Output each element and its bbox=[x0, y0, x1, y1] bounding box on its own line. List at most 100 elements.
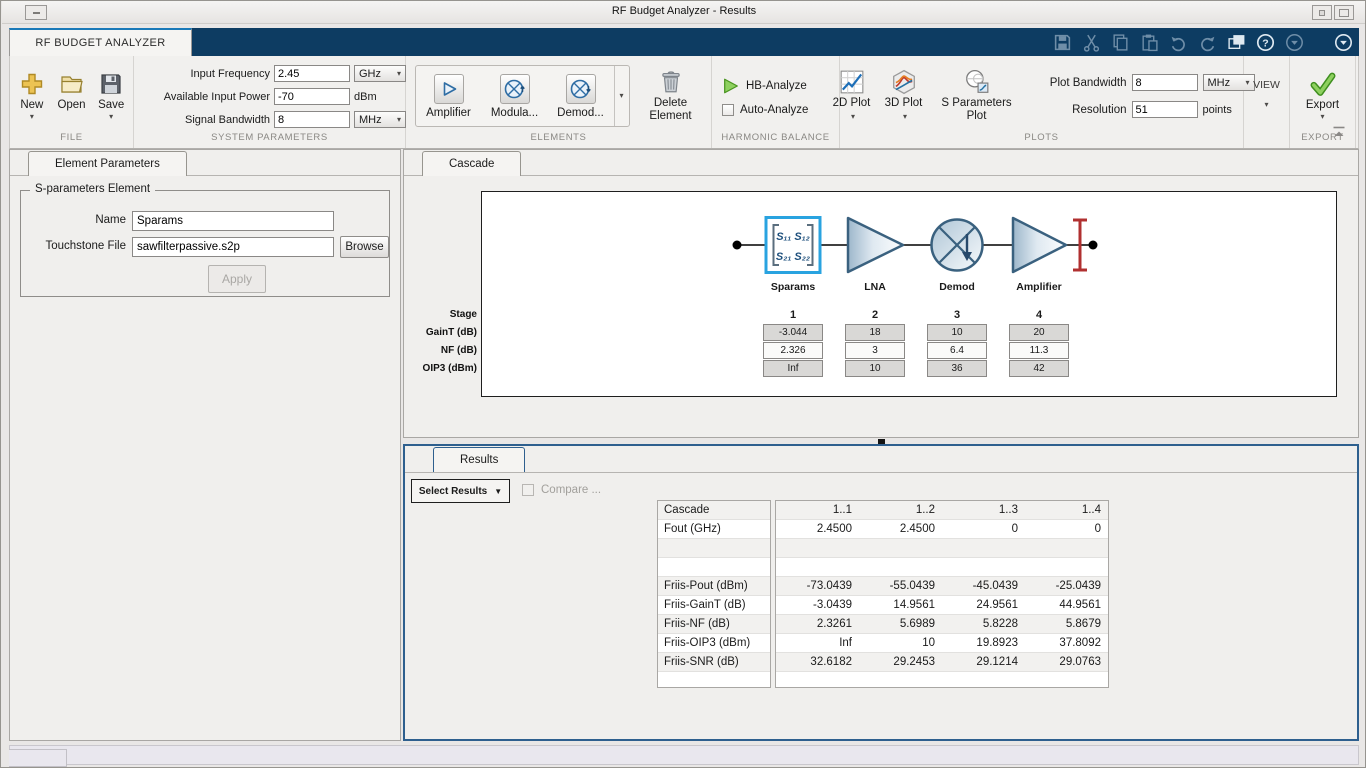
value-cell: 0 bbox=[942, 523, 1025, 535]
toolbar-options-icon[interactable] bbox=[1285, 33, 1304, 52]
touchstone-file-label: Touchstone File bbox=[23, 240, 126, 252]
gain-cell[interactable]: 20 bbox=[1009, 324, 1069, 341]
results-column-headers: 1..1 1..2 1..3 1..4 bbox=[776, 501, 1108, 520]
plot-3d-button[interactable]: 3D Plot▾ bbox=[881, 69, 927, 123]
sparams-element-block[interactable]: S₁₁ S₁₂ S₂₁ S₂₂ bbox=[766, 218, 820, 273]
dropdown-caret-icon: ▾ bbox=[397, 116, 401, 124]
input-port-node bbox=[733, 241, 742, 250]
plot-2d-label: 2D Plot bbox=[833, 97, 871, 109]
results-value-row: Inf 10 19.8923 37.8092 bbox=[776, 634, 1108, 653]
maximize-button[interactable] bbox=[1334, 5, 1354, 20]
results-panel: Results Select Results ▼ Compare ... Cas… bbox=[403, 444, 1359, 741]
hb-analyze-button[interactable]: HB-Analyze bbox=[722, 77, 808, 95]
signal-bandwidth-field[interactable] bbox=[274, 111, 350, 128]
plot-bandwidth-label: Plot Bandwidth bbox=[1031, 77, 1127, 89]
s-parameters-element-group: S-parameters Element Name Touchstone Fil… bbox=[20, 190, 390, 297]
tab-element-parameters[interactable]: Element Parameters bbox=[28, 151, 187, 176]
cut-icon[interactable] bbox=[1082, 33, 1101, 52]
plot-2d-button[interactable]: 2D Plot▾ bbox=[829, 69, 875, 123]
nf-cell[interactable]: 11.3 bbox=[1009, 342, 1069, 359]
help-icon[interactable]: ? bbox=[1256, 33, 1275, 52]
toolstrip-options-icon[interactable] bbox=[1334, 33, 1353, 52]
touchstone-file-field[interactable] bbox=[132, 237, 334, 257]
select-results-button[interactable]: Select Results ▼ bbox=[411, 479, 510, 503]
available-input-power-field[interactable] bbox=[274, 88, 350, 105]
resolution-field[interactable] bbox=[1132, 101, 1198, 118]
tab-rf-budget-analyzer[interactable]: RF BUDGET ANALYZER bbox=[9, 28, 192, 56]
s-matrix-row1: S₁₁ S₁₂ bbox=[776, 231, 810, 243]
add-amplifier-button[interactable]: Amplifier bbox=[416, 66, 482, 126]
nf-cell[interactable]: 6.4 bbox=[927, 342, 987, 359]
oip3-cell[interactable]: 10 bbox=[845, 360, 905, 377]
delete-element-button[interactable]: Delete Element bbox=[639, 69, 703, 123]
plot-bandwidth-field[interactable] bbox=[1132, 74, 1198, 91]
auto-analyze-label: Auto-Analyze bbox=[740, 104, 808, 116]
add-modulator-button[interactable]: Modula... bbox=[482, 66, 548, 126]
apply-button[interactable]: Apply bbox=[208, 265, 266, 293]
view-button[interactable]: VIEW ▾ bbox=[1244, 79, 1289, 109]
quick-save-icon[interactable] bbox=[1053, 33, 1072, 52]
dropdown-caret-icon: ▾ bbox=[1264, 101, 1268, 109]
gain-cell[interactable]: 10 bbox=[927, 324, 987, 341]
ribbon-section-harmonic-balance: HB-Analyze Auto-Analyze HARMONIC BALANCE bbox=[712, 56, 840, 148]
compare-checkbox[interactable]: Compare ... bbox=[522, 484, 601, 496]
signal-bandwidth-label: Signal Bandwidth bbox=[140, 114, 270, 126]
name-field[interactable] bbox=[132, 211, 334, 231]
value-cell: -3.0439 bbox=[776, 599, 859, 611]
gain-cell[interactable]: -3.044 bbox=[763, 324, 823, 341]
undo-icon[interactable] bbox=[1169, 33, 1188, 52]
gain-cell[interactable]: 18 bbox=[845, 324, 905, 341]
value-cell: 2.4500 bbox=[776, 523, 859, 535]
lna-element-block[interactable] bbox=[848, 218, 903, 272]
export-button[interactable]: Export ▾ bbox=[1296, 71, 1349, 121]
column-header: 1..4 bbox=[1025, 504, 1108, 516]
browse-button[interactable]: Browse bbox=[340, 236, 389, 258]
window-layout-icon[interactable] bbox=[1227, 33, 1246, 52]
input-frequency-unit-dropdown[interactable]: GHz▾ bbox=[354, 65, 406, 82]
stage-number: 4 bbox=[1009, 309, 1069, 321]
tab-results[interactable]: Results bbox=[433, 447, 525, 472]
status-bar-notch bbox=[9, 749, 67, 767]
spacer bbox=[70, 113, 72, 121]
input-frequency-label: Input Frequency bbox=[140, 68, 270, 80]
ribbon-section-file: New ▾ Open Save ▾ FILE bbox=[10, 56, 134, 148]
value-cell: -55.0439 bbox=[859, 580, 942, 592]
input-frequency-field[interactable] bbox=[274, 65, 350, 82]
collapse-ribbon-button[interactable] bbox=[1332, 126, 1346, 138]
tab-cascade[interactable]: Cascade bbox=[422, 151, 521, 176]
open-button[interactable]: Open bbox=[56, 72, 88, 121]
results-row-label bbox=[658, 558, 770, 577]
amplifier-element-block[interactable] bbox=[1013, 218, 1066, 272]
oip3-cell[interactable]: 36 bbox=[927, 360, 987, 377]
nf-cell[interactable]: 3 bbox=[845, 342, 905, 359]
status-bar bbox=[9, 745, 1359, 765]
palette-more-button[interactable]: ▾ bbox=[614, 66, 629, 126]
results-value-row: -73.0439 -55.0439 -45.0439 -25.0439 bbox=[776, 577, 1108, 596]
demod-element-block[interactable] bbox=[932, 220, 983, 271]
minimize-button[interactable] bbox=[1312, 5, 1332, 20]
paste-icon[interactable] bbox=[1140, 33, 1159, 52]
oip3-cell[interactable]: Inf bbox=[763, 360, 823, 377]
nf-cell[interactable]: 2.326 bbox=[763, 342, 823, 359]
section-label-harmonic-balance: HARMONIC BALANCE bbox=[712, 132, 839, 148]
plot-3d-icon bbox=[891, 69, 917, 95]
signal-bandwidth-unit-dropdown[interactable]: MHz▾ bbox=[354, 111, 406, 128]
redo-icon[interactable] bbox=[1198, 33, 1217, 52]
results-value-row: 2.3261 5.6989 5.8228 5.8679 bbox=[776, 615, 1108, 634]
ribbon-section-plots: 2D Plot▾ 3D Plot▾ S Parameters Plot Plot… bbox=[840, 56, 1244, 148]
column-header: 1..3 bbox=[942, 504, 1025, 516]
copy-icon[interactable] bbox=[1111, 33, 1130, 52]
value-cell: 5.8679 bbox=[1025, 618, 1108, 630]
auto-analyze-checkbox[interactable]: Auto-Analyze bbox=[722, 104, 808, 116]
modulator-label: Modula... bbox=[491, 107, 538, 119]
oip3-cell[interactable]: 42 bbox=[1009, 360, 1069, 377]
new-button[interactable]: New ▾ bbox=[16, 72, 48, 121]
results-table-row-headers: Cascade Fout (GHz) Friis-Pout (dBm) Frii… bbox=[657, 500, 771, 688]
s-parameters-plot-button[interactable]: S Parameters Plot bbox=[933, 69, 1021, 123]
cascade-panel: Cascade Stage GainT (dB) NF (dB) OIP3 (d… bbox=[403, 149, 1359, 438]
output-port-node bbox=[1089, 241, 1098, 250]
save-button[interactable]: Save ▾ bbox=[95, 72, 127, 121]
add-demodulator-button[interactable]: Demod... bbox=[548, 66, 614, 126]
toolstrip-tab-bar: RF BUDGET ANALYZER ? bbox=[9, 28, 1359, 56]
results-header: Results bbox=[405, 446, 1357, 473]
